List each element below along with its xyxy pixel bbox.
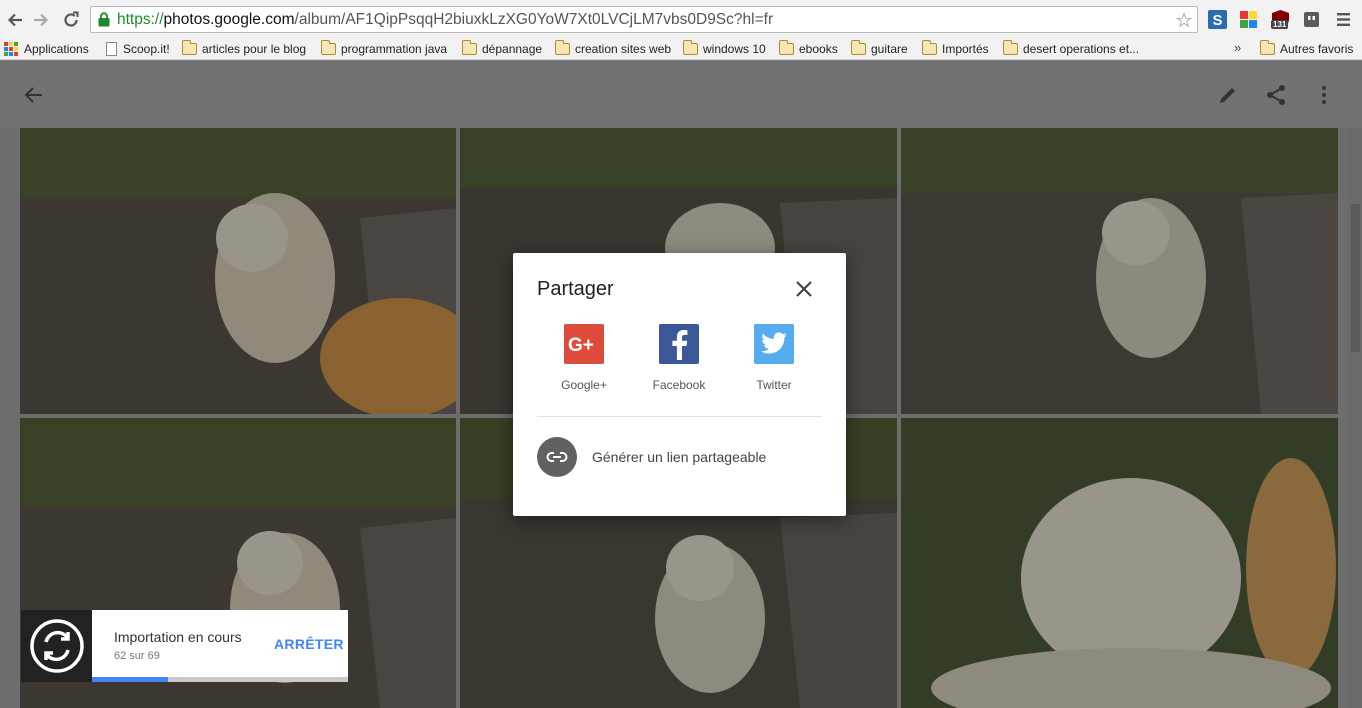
upload-progress-fill	[92, 677, 168, 682]
bookmark-apps[interactable]: Applications	[4, 40, 89, 58]
apps-grid-icon	[4, 42, 18, 56]
url-text: https://photos.google.com/album/AF1QipPs…	[117, 11, 774, 28]
bookmarks-overflow-button[interactable]: »	[1234, 40, 1241, 55]
puppy-photo	[901, 128, 1338, 414]
photo-thumbnail[interactable]	[901, 418, 1338, 708]
facebook-icon	[659, 324, 699, 364]
share-icon[interactable]	[1264, 83, 1288, 107]
share-google-plus-button[interactable]: G+ Google+	[544, 324, 624, 392]
address-bar[interactable]: https://photos.google.com/album/AF1QipPs…	[90, 6, 1198, 33]
bookmarks-bar: Applications Scoop.it! articles pour le …	[0, 38, 1362, 60]
back-arrow-icon[interactable]	[4, 9, 26, 31]
folder-icon	[1259, 40, 1275, 55]
bookmark-item[interactable]: articles pour le blog	[181, 40, 306, 58]
upload-status-indicator	[21, 610, 92, 682]
edit-pencil-icon[interactable]	[1216, 83, 1240, 107]
chrome-menu-icon[interactable]	[1333, 9, 1354, 30]
photo-thumbnail[interactable]	[20, 128, 456, 414]
svg-text:S: S	[1212, 12, 1222, 29]
close-icon[interactable]	[792, 277, 816, 301]
folder-icon	[850, 40, 866, 55]
folder-icon	[554, 40, 570, 55]
back-arrow-icon[interactable]	[22, 83, 46, 107]
sync-icon	[29, 619, 84, 673]
ublock-badge: 131	[1271, 20, 1289, 29]
palette-extension-icon[interactable]	[1238, 9, 1259, 30]
photo-thumbnail[interactable]	[901, 128, 1338, 414]
photos-app-bar	[0, 61, 1362, 128]
share-facebook-button[interactable]: Facebook	[639, 324, 719, 392]
puppy-photo	[20, 128, 456, 414]
ublock-extension-icon[interactable]: 131	[1270, 9, 1291, 30]
share-twitter-button[interactable]: Twitter	[734, 324, 814, 392]
folder-icon	[778, 40, 794, 55]
bookmark-item[interactable]: windows 10	[682, 40, 766, 58]
bookmark-item[interactable]: Scoop.it!	[106, 40, 170, 58]
lock-icon	[98, 12, 110, 27]
folder-icon	[320, 40, 336, 55]
ghost-extension-icon[interactable]	[1301, 9, 1322, 30]
svg-text:G+: G+	[568, 335, 594, 355]
share-dialog: Partager G+ Google+ Facebook Twitter Gén…	[513, 253, 846, 516]
page-scrollbar[interactable]	[1348, 128, 1362, 708]
puppy-photo	[901, 418, 1338, 708]
bookmark-item[interactable]: dépannage	[461, 40, 542, 58]
more-vertical-icon[interactable]	[1312, 83, 1336, 107]
reload-icon[interactable]	[60, 9, 82, 31]
bookmark-item[interactable]: ebooks	[778, 40, 838, 58]
link-icon	[537, 437, 577, 477]
forward-arrow-icon[interactable]	[30, 9, 52, 31]
bookmark-item[interactable]: programmation java	[320, 40, 447, 58]
folder-icon	[461, 40, 477, 55]
page-icon	[106, 42, 117, 56]
scrollbar-thumb[interactable]	[1351, 204, 1360, 352]
bookmark-star-icon[interactable]: ☆	[1175, 8, 1193, 33]
folder-icon	[181, 40, 197, 55]
bookmark-item[interactable]: creation sites web	[554, 40, 671, 58]
generate-link-button[interactable]: Générer un lien partageable	[537, 437, 822, 477]
bookmark-item[interactable]: Importés	[921, 40, 989, 58]
upload-title: Importation en cours	[114, 629, 242, 645]
upload-progress-bar	[92, 677, 348, 682]
bookmark-item[interactable]: desert operations et...	[1002, 40, 1139, 58]
browser-toolbar: https://photos.google.com/album/AF1QipPs…	[0, 0, 1362, 38]
folder-icon	[921, 40, 937, 55]
s-extension-icon[interactable]: S	[1207, 9, 1228, 30]
folder-icon	[682, 40, 698, 55]
upload-count: 62 sur 69	[114, 650, 160, 662]
stop-upload-button[interactable]: ARRÊTER	[274, 636, 344, 652]
dialog-title: Partager	[537, 278, 614, 300]
bookmark-item[interactable]: guitare	[850, 40, 908, 58]
folder-icon	[1002, 40, 1018, 55]
bookmark-other[interactable]: Autres favoris	[1259, 40, 1353, 58]
twitter-bird-icon	[754, 324, 794, 364]
google-plus-icon: G+	[564, 324, 604, 364]
dialog-divider	[537, 416, 822, 417]
upload-toast: Importation en cours 62 sur 69 ARRÊTER	[92, 610, 348, 682]
